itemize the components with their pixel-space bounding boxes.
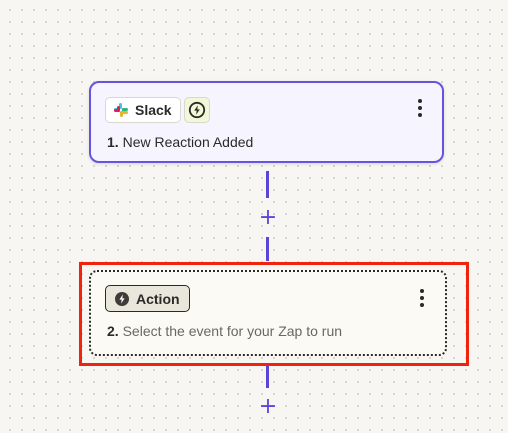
action-chip-label: Action [136, 290, 180, 307]
action-kebab-menu-icon[interactable] [414, 287, 430, 309]
lightning-bolt-icon [115, 291, 129, 306]
add-step-plus-icon[interactable]: + [257, 396, 279, 418]
connector-line [266, 237, 269, 261]
zap-editor-canvas: Slack 1. New Reaction Added + Action 2. … [0, 0, 508, 433]
connector-line [266, 366, 269, 388]
trigger-kebab-menu-icon[interactable] [412, 97, 428, 119]
trigger-type-badge [184, 97, 210, 123]
trigger-step-card[interactable]: Slack 1. New Reaction Added [89, 81, 444, 163]
slack-logo-icon [114, 103, 128, 117]
action-step-title: 2. Select the event for your Zap to run [107, 323, 342, 339]
connector-line [266, 171, 269, 198]
step-number: 2. [107, 323, 119, 339]
slack-app-chip[interactable]: Slack [105, 97, 181, 123]
action-app-chip[interactable]: Action [105, 285, 190, 312]
add-step-plus-icon[interactable]: + [257, 207, 279, 229]
step-event-name: New Reaction Added [122, 134, 254, 150]
app-name-label: Slack [135, 102, 172, 118]
step-number: 1. [107, 134, 119, 150]
step-placeholder-text: Select the event for your Zap to run [122, 323, 343, 339]
lightning-bolt-icon [188, 101, 206, 119]
trigger-step-title: 1. New Reaction Added [107, 134, 253, 150]
action-step-card[interactable]: Action 2. Select the event for your Zap … [89, 270, 447, 356]
